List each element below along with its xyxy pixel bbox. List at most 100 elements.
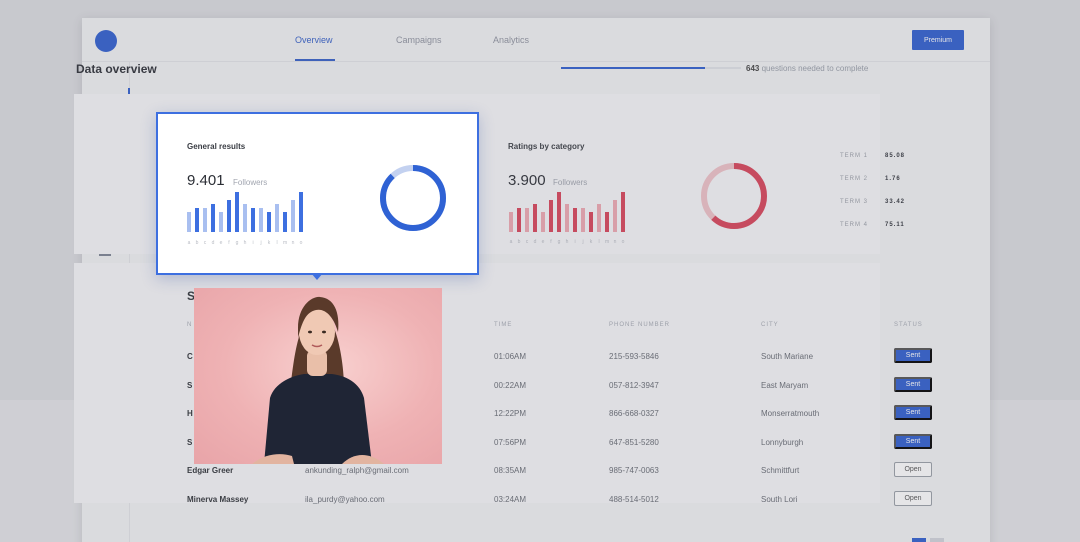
cell-city: South Mariane	[761, 352, 814, 361]
cell-time: 07:56PM	[494, 438, 527, 447]
tick-label: m	[283, 240, 288, 246]
term-label: TERM 3	[840, 199, 869, 205]
status-button[interactable]: Open	[894, 462, 932, 477]
tick-label: b	[195, 240, 199, 246]
cell-name: Edgar Greer	[187, 466, 234, 475]
completion-progress-bar	[561, 67, 741, 69]
term-value: 1.76	[885, 176, 901, 182]
cell-name: Minerva Massey	[187, 495, 249, 504]
chart-bar	[291, 200, 295, 232]
page-title: Data overview	[76, 62, 157, 76]
tick-label: a	[187, 240, 191, 246]
tick-label: i	[574, 239, 576, 245]
chart-bar	[251, 208, 255, 232]
cell-time: 01:06AM	[494, 352, 527, 361]
general-title: General results	[187, 142, 246, 151]
general-results-card[interactable]: General results 9.401 Followers abcdefgh…	[156, 112, 479, 275]
cell-time: 12:22PM	[494, 409, 527, 418]
status-button[interactable]: Sent	[894, 348, 932, 363]
cell-phone: 866-668-0327	[609, 409, 659, 418]
general-bar-labels: abcdefghijklmno	[187, 240, 303, 246]
status-button[interactable]: Sent	[894, 434, 932, 449]
tick-label: k	[267, 240, 271, 246]
column-header: N	[187, 322, 193, 328]
general-label: Followers	[233, 178, 268, 187]
term-label: TERM 2	[840, 176, 869, 182]
tick-label: o	[621, 239, 625, 245]
cell-city: East Maryam	[761, 381, 809, 390]
cell-city: Lonnyburgh	[761, 438, 804, 447]
top-navigation: Overview Campaigns Analytics Premium	[82, 18, 990, 62]
card-pointer	[311, 273, 323, 280]
column-header: STATUS	[894, 322, 923, 328]
term-row: TERM 4 75.11	[840, 222, 905, 245]
status-button[interactable]: Open	[894, 491, 932, 506]
chart-bar	[299, 192, 303, 232]
tick-label: l	[276, 240, 278, 246]
term-value: 85.08	[885, 153, 906, 159]
chart-bar	[509, 212, 513, 232]
tick-label: h	[243, 240, 247, 246]
chart-bar	[243, 204, 247, 232]
column-header: TIME	[494, 322, 513, 328]
tick-label: o	[299, 240, 303, 246]
presenter-video[interactable]	[194, 288, 442, 464]
cell-city: Monserratmouth	[761, 409, 820, 418]
chart-bar	[541, 212, 545, 232]
cell-name: S	[187, 438, 193, 447]
tab-campaigns[interactable]: Campaigns	[396, 35, 442, 45]
chart-bar	[557, 192, 561, 232]
chart-bar	[259, 208, 263, 232]
tick-label: a	[509, 239, 513, 245]
pagination-current[interactable]	[912, 538, 926, 542]
general-bar-chart	[187, 192, 303, 232]
tick-label: g	[235, 240, 239, 246]
chart-bar	[187, 212, 191, 232]
cell-name: S	[187, 381, 193, 390]
ratings-donut-chart	[701, 163, 767, 229]
ratings-label: Followers	[553, 178, 588, 187]
cell-name: H	[187, 409, 193, 418]
status-button[interactable]: Sent	[894, 377, 932, 392]
ratings-value: 3.900	[508, 172, 546, 189]
premium-button[interactable]: Premium	[912, 30, 964, 50]
ratings-bar-labels: abcdefghijklmno	[509, 239, 625, 245]
chart-bar	[267, 212, 271, 232]
chart-bar	[589, 212, 593, 232]
chart-bar	[275, 204, 279, 232]
chart-bar	[517, 208, 521, 232]
cell-phone: 985-747-0063	[609, 466, 659, 475]
logo[interactable]	[95, 30, 117, 52]
tick-label: f	[550, 239, 552, 245]
cell-email: ankunding_ralph@gmail.com	[305, 466, 409, 475]
tick-label: n	[291, 240, 295, 246]
cell-city: Schmittfurt	[761, 466, 800, 475]
cell-phone: 057-812-3947	[609, 381, 659, 390]
term-value: 33.42	[885, 199, 906, 205]
progress-caption: 643 questions needed to complete	[746, 64, 868, 73]
tab-analytics[interactable]: Analytics	[493, 35, 529, 45]
chart-bar	[613, 200, 617, 232]
chart-bar	[565, 204, 569, 232]
tick-label: k	[589, 239, 593, 245]
presenter-illustration	[252, 296, 384, 464]
tick-label: f	[228, 240, 230, 246]
status-button[interactable]: Sent	[894, 405, 932, 420]
tick-label: l	[598, 239, 600, 245]
chart-bar	[605, 212, 609, 232]
active-tab-indicator	[295, 59, 335, 61]
pagination-next[interactable]	[930, 538, 944, 542]
chart-bar	[219, 212, 223, 232]
tick-label: c	[203, 240, 207, 246]
tick-label: g	[557, 239, 561, 245]
completion-progress-fill	[561, 67, 705, 69]
tick-label: n	[613, 239, 617, 245]
tab-overview[interactable]: Overview	[295, 35, 333, 45]
term-label: TERM 1	[840, 153, 869, 159]
cell-phone: 488-514-5012	[609, 495, 659, 504]
chart-bar	[581, 208, 585, 232]
chart-bar	[203, 208, 207, 232]
tick-label: j	[260, 240, 262, 246]
tick-label: b	[517, 239, 521, 245]
chart-bar	[283, 212, 287, 232]
